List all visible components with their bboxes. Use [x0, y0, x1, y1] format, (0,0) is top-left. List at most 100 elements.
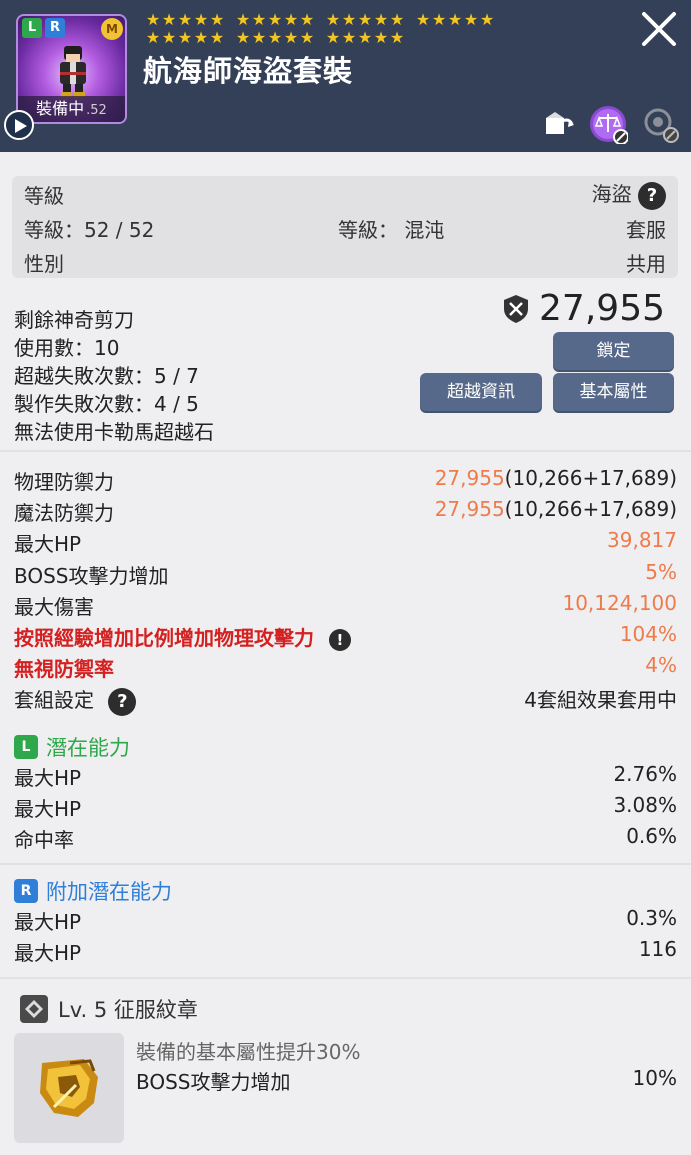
divider — [0, 863, 691, 865]
emblem-image[interactable] — [14, 1033, 124, 1143]
star-icon: ★ — [325, 10, 341, 29]
star-icon: ★ — [283, 10, 299, 29]
potential-title: 潛在能力 — [46, 736, 130, 760]
star-icon: ★ — [193, 10, 209, 29]
close-icon[interactable] — [638, 8, 680, 50]
star-icon: ★ — [283, 28, 299, 47]
play-icon[interactable] — [4, 110, 34, 140]
upgrade-line-1: 剩餘神奇剪刀 — [14, 308, 134, 332]
star-icon: ★ — [145, 28, 161, 47]
level-value: 等級：52 / 52 — [24, 218, 155, 242]
additional-potential-label: 最大HP — [14, 941, 82, 965]
gender-value: 共用 — [626, 252, 666, 276]
stat-label: BOSS攻擊力增加 — [14, 564, 169, 588]
star-icon: ★ — [267, 28, 283, 47]
item-name: 航海師海盜套裝 — [143, 54, 354, 88]
upgrade-line-4: 製作失敗次數：4 / 5 — [14, 392, 199, 416]
combat-power-icon — [504, 294, 529, 323]
star-icon: ★ — [325, 28, 341, 47]
star-icon: ★ — [193, 28, 209, 47]
upgrade-line-5: 無法使用卡勒馬超越石 — [14, 420, 214, 444]
help-icon[interactable]: ? — [638, 181, 666, 210]
star-icon: ★ — [209, 28, 225, 47]
star-icon: ★ — [357, 10, 373, 29]
transcend-info-button[interactable]: 超越資訊 — [420, 373, 542, 411]
star-icon: ★ — [415, 10, 431, 29]
set-setting: 套組設定 ? — [14, 684, 137, 716]
level-label: 等級 — [24, 184, 64, 208]
potential-label: 命中率 — [14, 828, 74, 852]
star-row-2: ★ ★ ★ ★ ★ ★ ★ ★ ★ ★ ★ ★ ★ ★ ★ — [145, 30, 525, 48]
item-level-badge: .52 — [86, 103, 107, 118]
potential-value: 3.08% — [613, 793, 677, 817]
stat-label: 物理防禦力 — [14, 470, 114, 494]
reset-icon[interactable] — [640, 104, 680, 144]
stat-label-highlight: 按照經驗增加比例增加物理攻擊力 ! — [14, 622, 351, 651]
star-icon: ★ — [389, 10, 405, 29]
additional-potential-section-title: R 附加潛在能力 — [14, 876, 172, 906]
star-icon: ★ — [341, 10, 357, 29]
mark-badge: M — [101, 18, 123, 40]
equipped-label: 裝備中 — [36, 99, 85, 118]
star-icon: ★ — [251, 10, 267, 29]
scale-icon[interactable] — [588, 104, 628, 144]
item-detail-panel[interactable]: 等級 海盜 ? 等級：52 / 52 等級： 混沌 套服 性別 共用 剩餘神奇剪… — [0, 152, 691, 1155]
star-icon: ★ — [463, 10, 479, 29]
star-group: ★ ★ ★ ★ ★ — [235, 30, 315, 48]
emblem-stat-value: 10% — [632, 1066, 677, 1090]
star-icon: ★ — [235, 10, 251, 29]
emblem-header: Lv. 5 征服紋章 — [20, 994, 198, 1024]
star-icon: ★ — [431, 10, 447, 29]
potential-label: 最大HP — [14, 797, 82, 821]
star-group: ★ ★ ★ ★ ★ — [145, 30, 225, 48]
set-effect-value: 4套組效果套用中 — [524, 688, 677, 712]
emblem-type-icon — [20, 995, 48, 1023]
additional-potential-title: 附加潛在能力 — [46, 880, 172, 904]
star-icon: ★ — [341, 28, 357, 47]
stat-value-main: 27,955 — [434, 497, 505, 521]
gender-label: 性別 — [24, 252, 64, 276]
stat-value: 104% — [619, 622, 677, 646]
star-icon: ★ — [479, 10, 495, 29]
upgrade-line-3: 超越失敗次數：5 / 7 — [14, 364, 199, 388]
divider — [0, 977, 691, 979]
job-requirement: 海盜 ? — [592, 178, 666, 210]
potential-value: 2.76% — [613, 762, 677, 786]
potential-label: 最大HP — [14, 766, 82, 790]
stat-value: 5% — [645, 560, 677, 584]
set-label: 套組設定 — [14, 688, 94, 712]
item-thumbnail[interactable]: L R M 裝備中 .52 — [16, 14, 127, 124]
equipped-status-bar: 裝備中 .52 — [18, 96, 125, 122]
item-header: L R M 裝備中 .52 ★ ★ ★ ★ ★ ★ ★ ★ ★ ★ ★ ★ ★ … — [0, 0, 691, 152]
star-icon: ★ — [299, 10, 315, 29]
additional-potential-label: 最大HP — [14, 910, 82, 934]
stat-value: 10,124,100 — [562, 591, 677, 615]
stat-value: 39,817 — [607, 528, 677, 552]
stat-label-text: 按照經驗增加比例增加物理攻擊力 — [14, 626, 314, 650]
transfer-icon[interactable] — [538, 104, 578, 144]
lock-button[interactable]: 鎖定 — [553, 332, 674, 370]
star-icon: ★ — [267, 10, 283, 29]
stat-value-breakdown: (10,266+17,689) — [504, 497, 677, 521]
stat-value: 4% — [645, 653, 677, 677]
job-value: 海盜 — [591, 182, 632, 206]
additional-potential-value: 116 — [638, 937, 677, 961]
star-icon: ★ — [299, 28, 315, 47]
star-icon: ★ — [161, 10, 177, 29]
star-group: ★ ★ ★ ★ ★ — [415, 12, 495, 30]
star-icon: ★ — [161, 28, 177, 47]
combat-power: 27,955 — [501, 288, 665, 329]
help-icon[interactable]: ? — [108, 687, 137, 716]
rare-potential-badge: R — [45, 18, 65, 38]
divider — [0, 450, 691, 452]
grade-value: 等級： 混沌 — [338, 218, 445, 242]
legendary-potential-badge: L — [22, 18, 42, 38]
stat-value-main: 27,955 — [434, 466, 505, 490]
star-icon: ★ — [177, 10, 193, 29]
character-outfit-icon — [60, 46, 86, 97]
info-icon[interactable]: ! — [328, 628, 351, 651]
star-group: ★ ★ ★ ★ ★ — [325, 30, 405, 48]
additional-potential-value: 0.3% — [626, 906, 677, 930]
base-stats-button[interactable]: 基本屬性 — [553, 373, 674, 411]
emblem-stat-label: BOSS攻擊力增加 — [136, 1070, 291, 1094]
